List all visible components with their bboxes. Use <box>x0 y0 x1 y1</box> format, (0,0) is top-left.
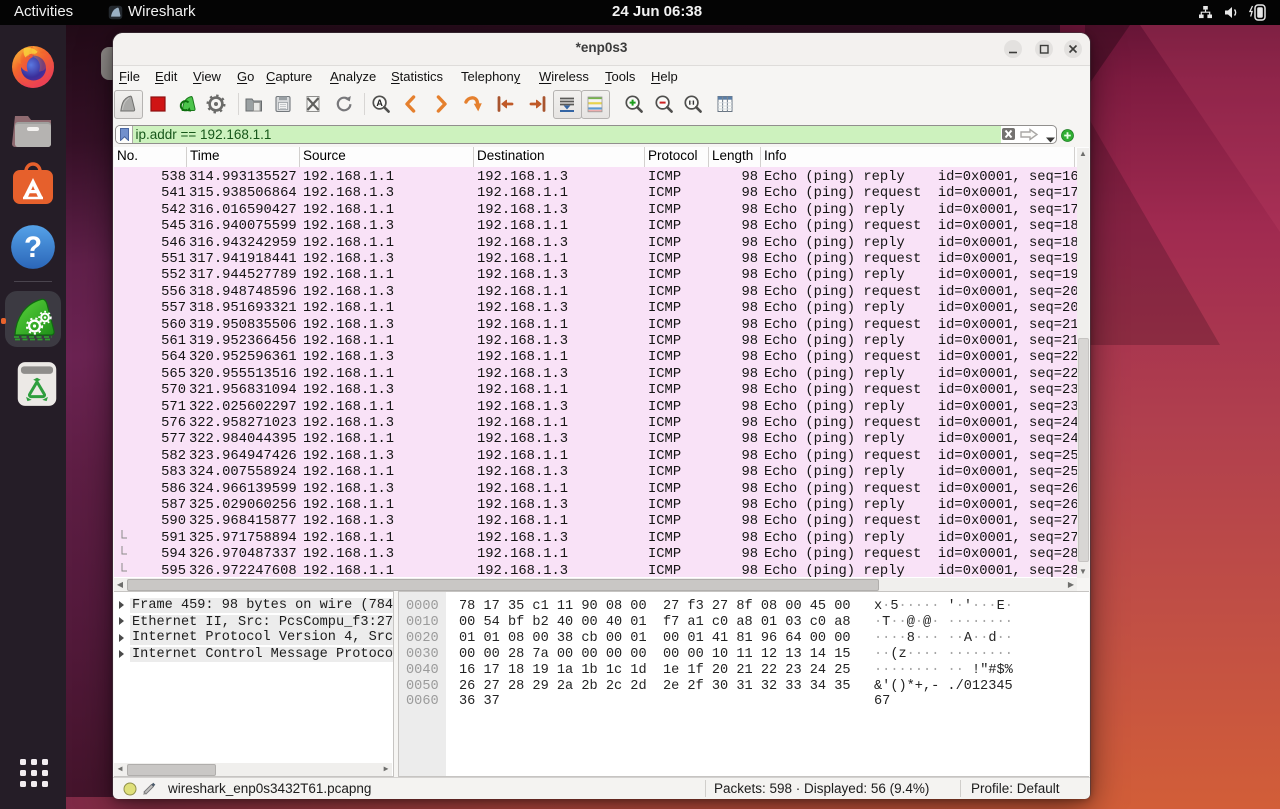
svg-text:A: A <box>376 98 383 108</box>
svg-text:?: ? <box>24 231 42 264</box>
